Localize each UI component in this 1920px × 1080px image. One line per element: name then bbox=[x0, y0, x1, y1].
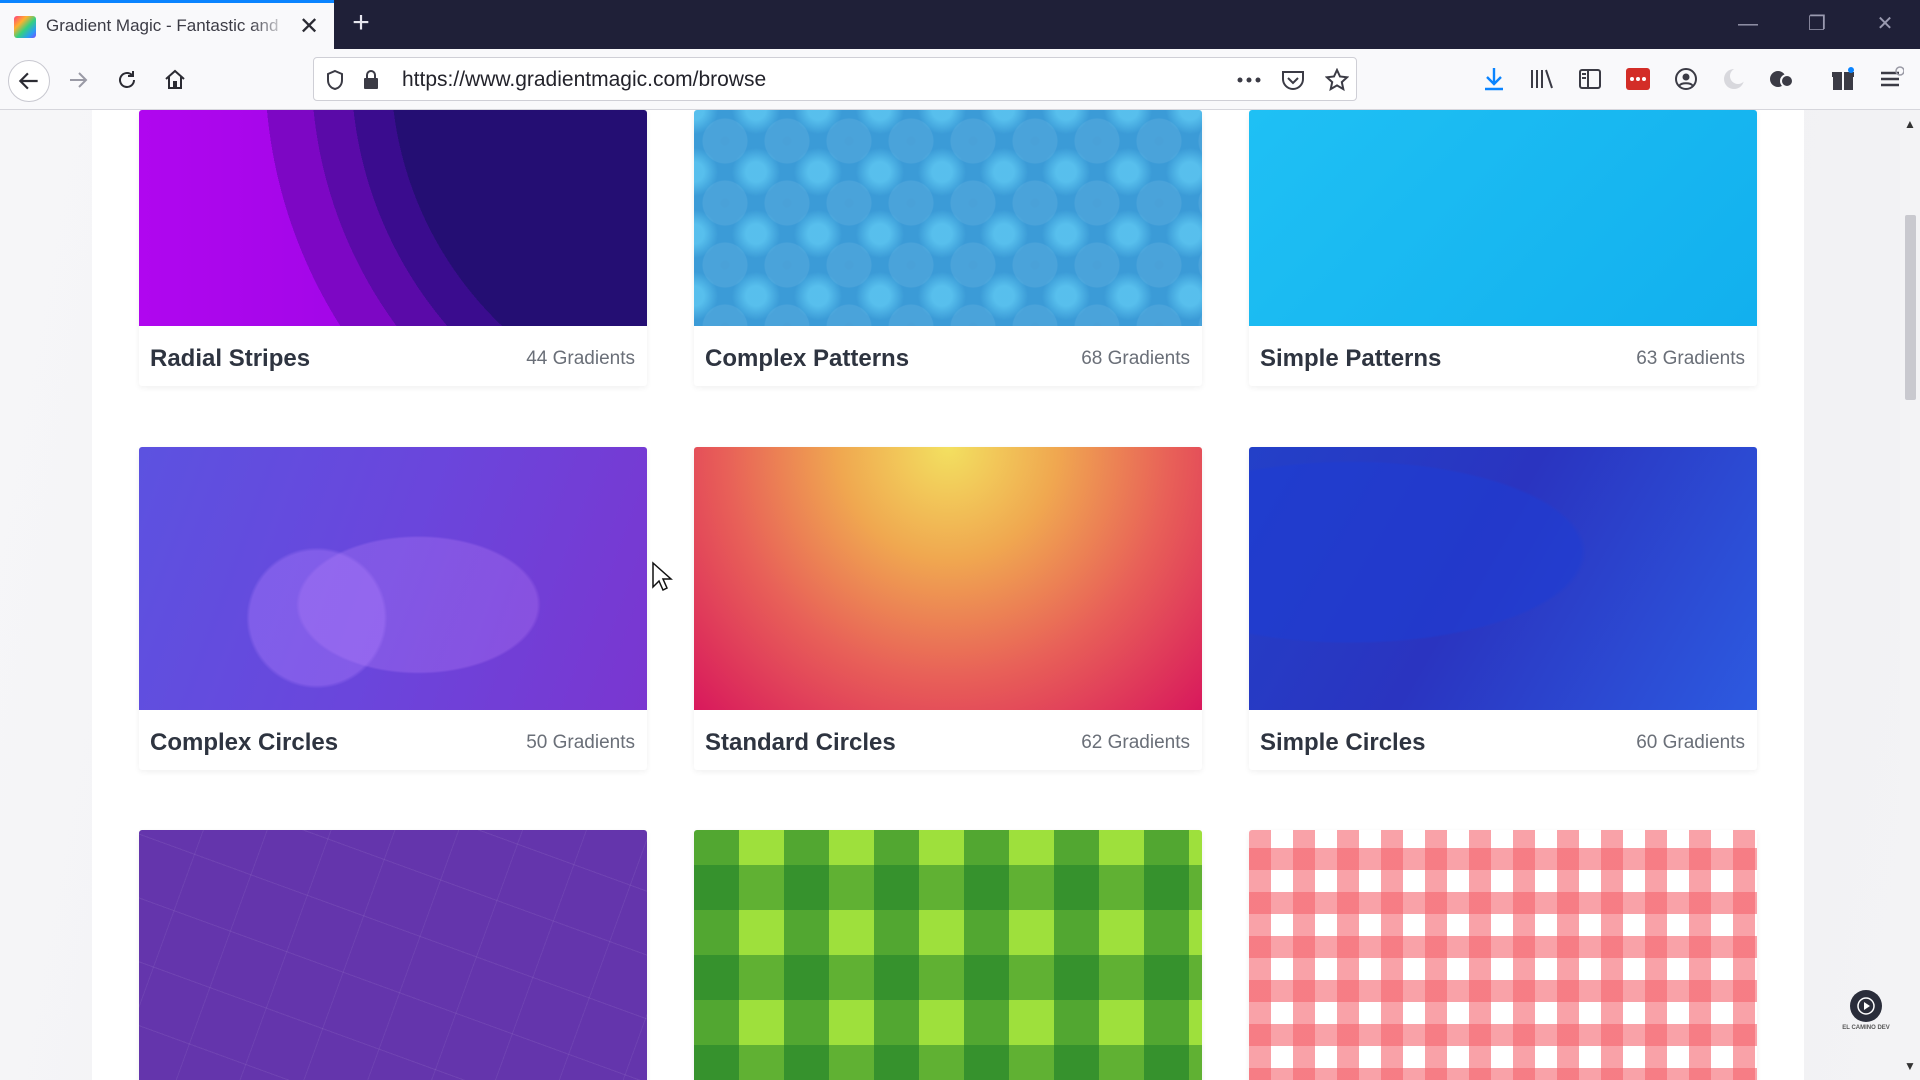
url-text[interactable]: https://www.gradientmagic.com/browse bbox=[402, 68, 766, 92]
gift-icon[interactable] bbox=[1827, 63, 1859, 95]
tab-title-fade bbox=[250, 11, 290, 41]
tab-close-icon[interactable]: ✕ bbox=[296, 14, 322, 40]
category-count: 44 Gradients bbox=[526, 348, 635, 369]
play-logo-icon bbox=[1850, 990, 1882, 1022]
download-icon[interactable] bbox=[1478, 63, 1510, 95]
mouse-cursor-icon bbox=[652, 561, 673, 592]
channel-badge: EL CAMINO DEV bbox=[1838, 990, 1894, 1050]
moon-extension-icon[interactable] bbox=[1718, 63, 1750, 95]
library-icon[interactable] bbox=[1526, 63, 1558, 95]
category-name: Standard Circles bbox=[705, 729, 896, 756]
scrollbar-thumb[interactable] bbox=[1905, 215, 1916, 400]
category-card-simple-patterns[interactable]: Simple Patterns 63 Gradients bbox=[1249, 110, 1757, 386]
restore-button[interactable]: ❐ bbox=[1797, 10, 1837, 38]
category-thumbnail[interactable] bbox=[139, 110, 647, 326]
category-card-standard-circles[interactable]: Standard Circles 62 Gradients bbox=[694, 447, 1202, 770]
category-name: Simple Circles bbox=[1260, 729, 1426, 756]
new-tab-button[interactable]: + bbox=[346, 8, 376, 39]
vertical-scrollbar[interactable]: ▲ ▼ bbox=[1900, 110, 1920, 1080]
menu-icon[interactable] bbox=[1875, 63, 1907, 95]
category-name: Radial Stripes bbox=[150, 345, 311, 372]
category-name: Simple Patterns bbox=[1260, 345, 1442, 372]
url-bar[interactable]: https://www.gradientmagic.com/browse bbox=[313, 57, 1357, 101]
lastpass-extension-icon[interactable] bbox=[1622, 63, 1654, 95]
category-thumbnail[interactable] bbox=[694, 110, 1202, 326]
category-thumbnail[interactable] bbox=[1249, 830, 1757, 1080]
tab-active[interactable]: Gradient Magic - Fantastic and ✕ bbox=[0, 0, 334, 49]
category-count: 50 Gradients bbox=[526, 732, 635, 753]
category-card-complex-patterns[interactable]: Complex Patterns 68 Gradients bbox=[694, 110, 1202, 386]
back-arrow-icon bbox=[18, 72, 38, 90]
home-icon bbox=[165, 69, 185, 89]
category-thumbnail[interactable] bbox=[1249, 110, 1757, 326]
content-panel: Radial Stripes 44 Gradients Complex Patt… bbox=[92, 110, 1804, 1080]
category-card-gingham[interactable] bbox=[1249, 830, 1757, 1080]
tab-strip: Gradient Magic - Fantastic and ✕ + — ❐ ✕ bbox=[0, 0, 1920, 49]
scroll-up-icon[interactable]: ▲ bbox=[1904, 118, 1916, 130]
reload-button[interactable] bbox=[107, 60, 147, 100]
category-card-plaid[interactable] bbox=[694, 830, 1202, 1080]
gradient-magic-favicon-icon bbox=[14, 16, 36, 38]
category-count: 68 Gradients bbox=[1081, 348, 1190, 369]
minimize-button[interactable]: — bbox=[1728, 10, 1768, 38]
category-card-complex-circles[interactable]: Complex Circles 50 Gradients bbox=[139, 447, 647, 770]
category-thumbnail[interactable] bbox=[139, 830, 647, 1080]
back-button[interactable] bbox=[8, 60, 50, 102]
scroll-down-icon[interactable]: ▼ bbox=[1904, 1060, 1916, 1072]
category-thumbnail[interactable] bbox=[1249, 447, 1757, 710]
category-card-simple-circles[interactable]: Simple Circles 60 Gradients bbox=[1249, 447, 1757, 770]
account-icon[interactable] bbox=[1670, 63, 1702, 95]
category-count: 63 Gradients bbox=[1636, 348, 1745, 369]
category-thumbnail[interactable] bbox=[694, 447, 1202, 710]
forward-arrow-icon bbox=[70, 72, 88, 88]
category-name: Complex Circles bbox=[150, 729, 339, 756]
extension-icon[interactable] bbox=[1766, 63, 1798, 95]
bookmark-star-icon[interactable] bbox=[1324, 67, 1350, 93]
page-viewport: Radial Stripes 44 Gradients Complex Patt… bbox=[0, 110, 1900, 1080]
lock-icon[interactable] bbox=[358, 67, 384, 93]
forward-button[interactable] bbox=[58, 60, 98, 100]
category-thumbnail[interactable] bbox=[694, 830, 1202, 1080]
category-name: Complex Patterns bbox=[705, 345, 910, 372]
badge-label: EL CAMINO DEV bbox=[1842, 1025, 1890, 1031]
navigation-bar: https://www.gradientmagic.com/browse bbox=[0, 49, 1920, 110]
category-count: 60 Gradients bbox=[1636, 732, 1745, 753]
category-card-radial-stripes[interactable]: Radial Stripes 44 Gradients bbox=[139, 110, 647, 386]
page-actions-icon[interactable] bbox=[1236, 67, 1262, 93]
shield-icon[interactable] bbox=[322, 67, 348, 93]
reload-icon bbox=[119, 71, 135, 88]
close-window-button[interactable]: ✕ bbox=[1865, 10, 1905, 38]
category-thumbnail[interactable] bbox=[139, 447, 647, 710]
sidebar-icon[interactable] bbox=[1574, 63, 1606, 95]
pocket-icon[interactable] bbox=[1280, 67, 1306, 93]
home-button[interactable] bbox=[155, 60, 195, 100]
category-count: 62 Gradients bbox=[1081, 732, 1190, 753]
category-card-grid[interactable] bbox=[139, 830, 647, 1080]
